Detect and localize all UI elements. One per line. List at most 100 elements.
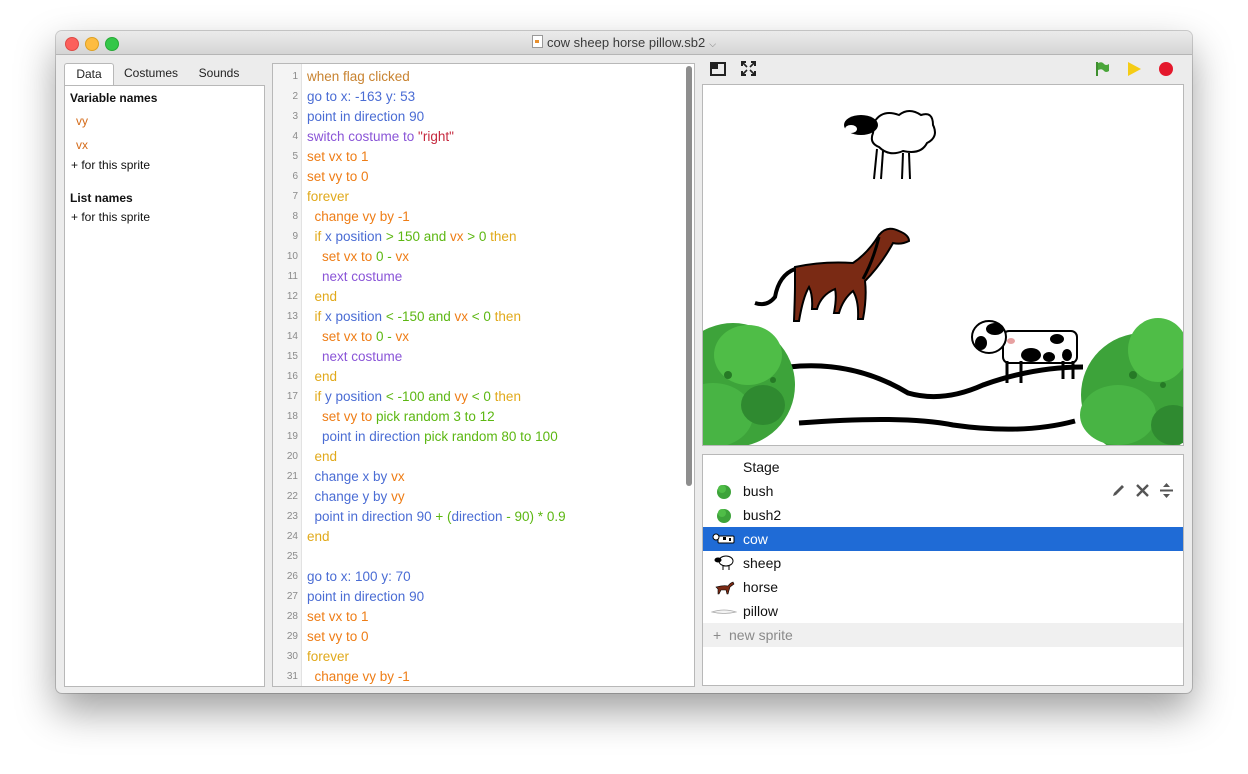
code-line[interactable]: set vx to 0 - vx [307, 327, 409, 347]
sprite-row-stage[interactable]: Stage [703, 455, 1183, 479]
code-token: point in direction [307, 589, 410, 604]
code-line[interactable]: change vy by -1 [307, 207, 410, 227]
sprite-row-pillow[interactable]: pillow [703, 599, 1183, 623]
fullscreen-icon[interactable] [741, 61, 756, 76]
line-number-gutter: 1 2 3 4 5 6 7 8 9 10 11 12 13 14 15 16 17 18 19 20 21 22 23 24 2… [273, 64, 302, 686]
code-line[interactable]: change x by vx [307, 467, 405, 487]
code-line[interactable]: set vx to 0 - vx [307, 247, 409, 267]
code-line[interactable]: next costume [307, 347, 402, 367]
code-line[interactable]: if y position < -100 and vy < 0 then [307, 387, 521, 407]
code-line[interactable]: change vy by -1 [307, 667, 410, 686]
code-line[interactable]: point in direction pick random 80 to 100 [307, 427, 558, 447]
green-flag-icon[interactable] [1094, 61, 1110, 77]
edit-icon[interactable] [1111, 483, 1126, 498]
line-number: 26 [286, 571, 298, 582]
code-line[interactable]: set vy to pick random 3 to 12 [307, 407, 495, 427]
code-token: go to x: [307, 89, 356, 104]
line-number: 11 [287, 271, 298, 282]
sprite-row-sheep[interactable]: sheep [703, 551, 1183, 575]
small-stage-icon[interactable] [710, 62, 726, 76]
code-line[interactable]: set vx to 1 [307, 147, 369, 167]
code-line[interactable]: forever [307, 187, 349, 207]
code-token: * [534, 509, 547, 524]
code-token: y: [377, 569, 396, 584]
code-line[interactable]: point in direction 90 + (direction - 90)… [307, 507, 566, 527]
code-token: 12 [479, 409, 495, 424]
tab-sounds[interactable]: Sounds [188, 63, 250, 84]
code-line[interactable]: set vy to 0 [307, 627, 369, 647]
sprite-name: horse [743, 579, 779, 595]
line-number: 18 [286, 411, 298, 422]
sprite-row-bush2[interactable]: bush2 [703, 503, 1183, 527]
code-line[interactable]: next costume [307, 267, 402, 287]
new-sprite-button[interactable]: + new sprite [703, 623, 1183, 647]
code-line[interactable]: if x position > 150 and vx > 0 then [307, 227, 517, 247]
document-icon [531, 35, 543, 48]
sprite-row-horse[interactable]: horse [703, 575, 1183, 599]
code-token: and [419, 229, 451, 244]
list-names-heading: List names [70, 191, 133, 205]
variable-item[interactable]: vx [76, 138, 88, 152]
code-scrollbar[interactable] [686, 66, 692, 486]
code-line[interactable]: forever [307, 647, 349, 667]
variable-item[interactable]: vy [76, 114, 88, 128]
code-token: -1 [397, 669, 410, 684]
sheep-thumbnail-icon [714, 555, 734, 570]
line-number: 17 [286, 391, 298, 402]
code-line[interactable]: go to x: -163 y: 53 [307, 87, 415, 107]
line-number: 21 [286, 471, 298, 482]
line-number: 16 [286, 371, 298, 382]
delete-icon[interactable] [1135, 483, 1150, 498]
code-token: vx [391, 469, 405, 484]
line-number: 3 [292, 111, 298, 122]
code-line[interactable]: point in direction 90 [307, 587, 424, 607]
add-variable-button[interactable]: + for this sprite [71, 158, 150, 172]
code-token: end [307, 529, 330, 544]
add-list-button[interactable]: + for this sprite [71, 210, 150, 224]
code-line[interactable]: end [307, 367, 338, 387]
code-line[interactable]: end [307, 447, 338, 467]
line-number: 8 [292, 211, 298, 222]
code-token: to [516, 429, 536, 444]
code-line[interactable]: set vy to 0 [307, 167, 369, 187]
code-token: forever [307, 189, 350, 204]
code-token: < [382, 389, 398, 404]
code-token: vx [450, 229, 464, 244]
stop-icon[interactable] [1158, 61, 1174, 77]
code-line[interactable]: end [307, 287, 338, 307]
code-token: < [468, 309, 484, 324]
code-line[interactable]: switch costume to "right" [307, 127, 454, 147]
sprite-row-bush[interactable]: bush [703, 479, 1183, 503]
code-token: then [490, 309, 521, 324]
code-line[interactable]: go to x: 100 y: 70 [307, 567, 411, 587]
code-token: next costume [307, 349, 403, 364]
code-line[interactable]: if x position < -150 and vx < 0 then [307, 307, 521, 327]
stage-canvas[interactable] [702, 84, 1184, 446]
code-line[interactable]: change y by vy [307, 487, 405, 507]
pillow-sprite [788, 363, 1084, 432]
code-token: "right" [418, 129, 454, 144]
code-line[interactable]: point in direction 90 [307, 107, 424, 127]
code-editor[interactable]: 1 2 3 4 5 6 7 8 9 10 11 12 13 14 15 16 17 18 19 20 21 22 23 24 2… [272, 63, 695, 687]
code-token: -100 [397, 389, 425, 404]
line-number: 1 [292, 71, 298, 82]
turbo-icon[interactable] [1126, 61, 1142, 77]
code-token: set vy to [307, 409, 377, 424]
code-line[interactable]: end [307, 527, 330, 547]
code-token: point in direction [307, 429, 425, 444]
code-line[interactable]: when flag clicked [307, 67, 410, 87]
tab-costumes[interactable]: Costumes [116, 63, 186, 84]
window-title: cow sheep horse pillow.sb2 ⌵ [56, 31, 1192, 54]
tab-data[interactable]: Data [64, 63, 114, 86]
line-number: 24 [286, 531, 298, 542]
line-number: 7 [292, 191, 298, 202]
sprite-row-cow[interactable]: cow [703, 527, 1183, 551]
line-number: 10 [286, 251, 298, 262]
code-token: + [431, 509, 447, 524]
code-token: set vy to [307, 629, 362, 644]
code-line[interactable]: set vx to 1 [307, 607, 369, 627]
chevron-down-icon[interactable]: ⌵ [709, 39, 716, 49]
code-token: change vy by [307, 209, 398, 224]
code-token: 100 [355, 569, 378, 584]
move-icon[interactable] [1159, 482, 1174, 499]
